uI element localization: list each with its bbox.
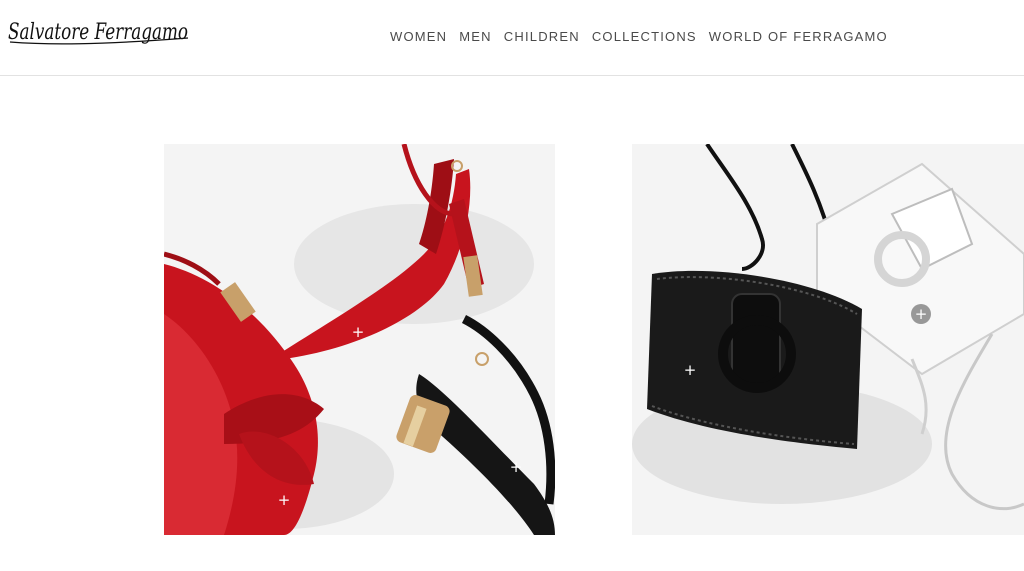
hotspot-black-slingback[interactable]: + — [506, 457, 526, 477]
nav-men[interactable]: MEN — [459, 29, 492, 44]
hotspot-white-bag[interactable]: + — [911, 304, 931, 324]
hotspot-red-bow-shoe[interactable]: + — [274, 490, 294, 510]
nav-collections[interactable]: COLLECTIONS — [592, 29, 697, 44]
product-tile-bags[interactable]: + + — [632, 144, 1024, 535]
svg-text:Salvatore Ferragamo: Salvatore Ferragamo — [8, 20, 188, 45]
bags-image — [632, 144, 1024, 535]
nav-children[interactable]: CHILDREN — [504, 29, 580, 44]
nav-world-of-ferragamo[interactable]: WORLD OF FERRAGAMO — [709, 29, 888, 44]
main-nav: WOMEN MEN CHILDREN COLLECTIONS WORLD OF … — [390, 29, 900, 44]
product-tile-shoes[interactable]: + + + — [164, 144, 555, 535]
hotspot-black-bag[interactable]: + — [680, 360, 700, 380]
brand-logo-script: Salvatore Ferragamo — [8, 20, 189, 45]
nav-women[interactable]: WOMEN — [390, 29, 447, 44]
hotspot-red-slingback[interactable]: + — [348, 322, 368, 342]
brand-logo[interactable]: Salvatore Ferragamo — [8, 12, 193, 56]
site-header: Salvatore Ferragamo WOMEN MEN CHILDREN C… — [0, 0, 1024, 76]
